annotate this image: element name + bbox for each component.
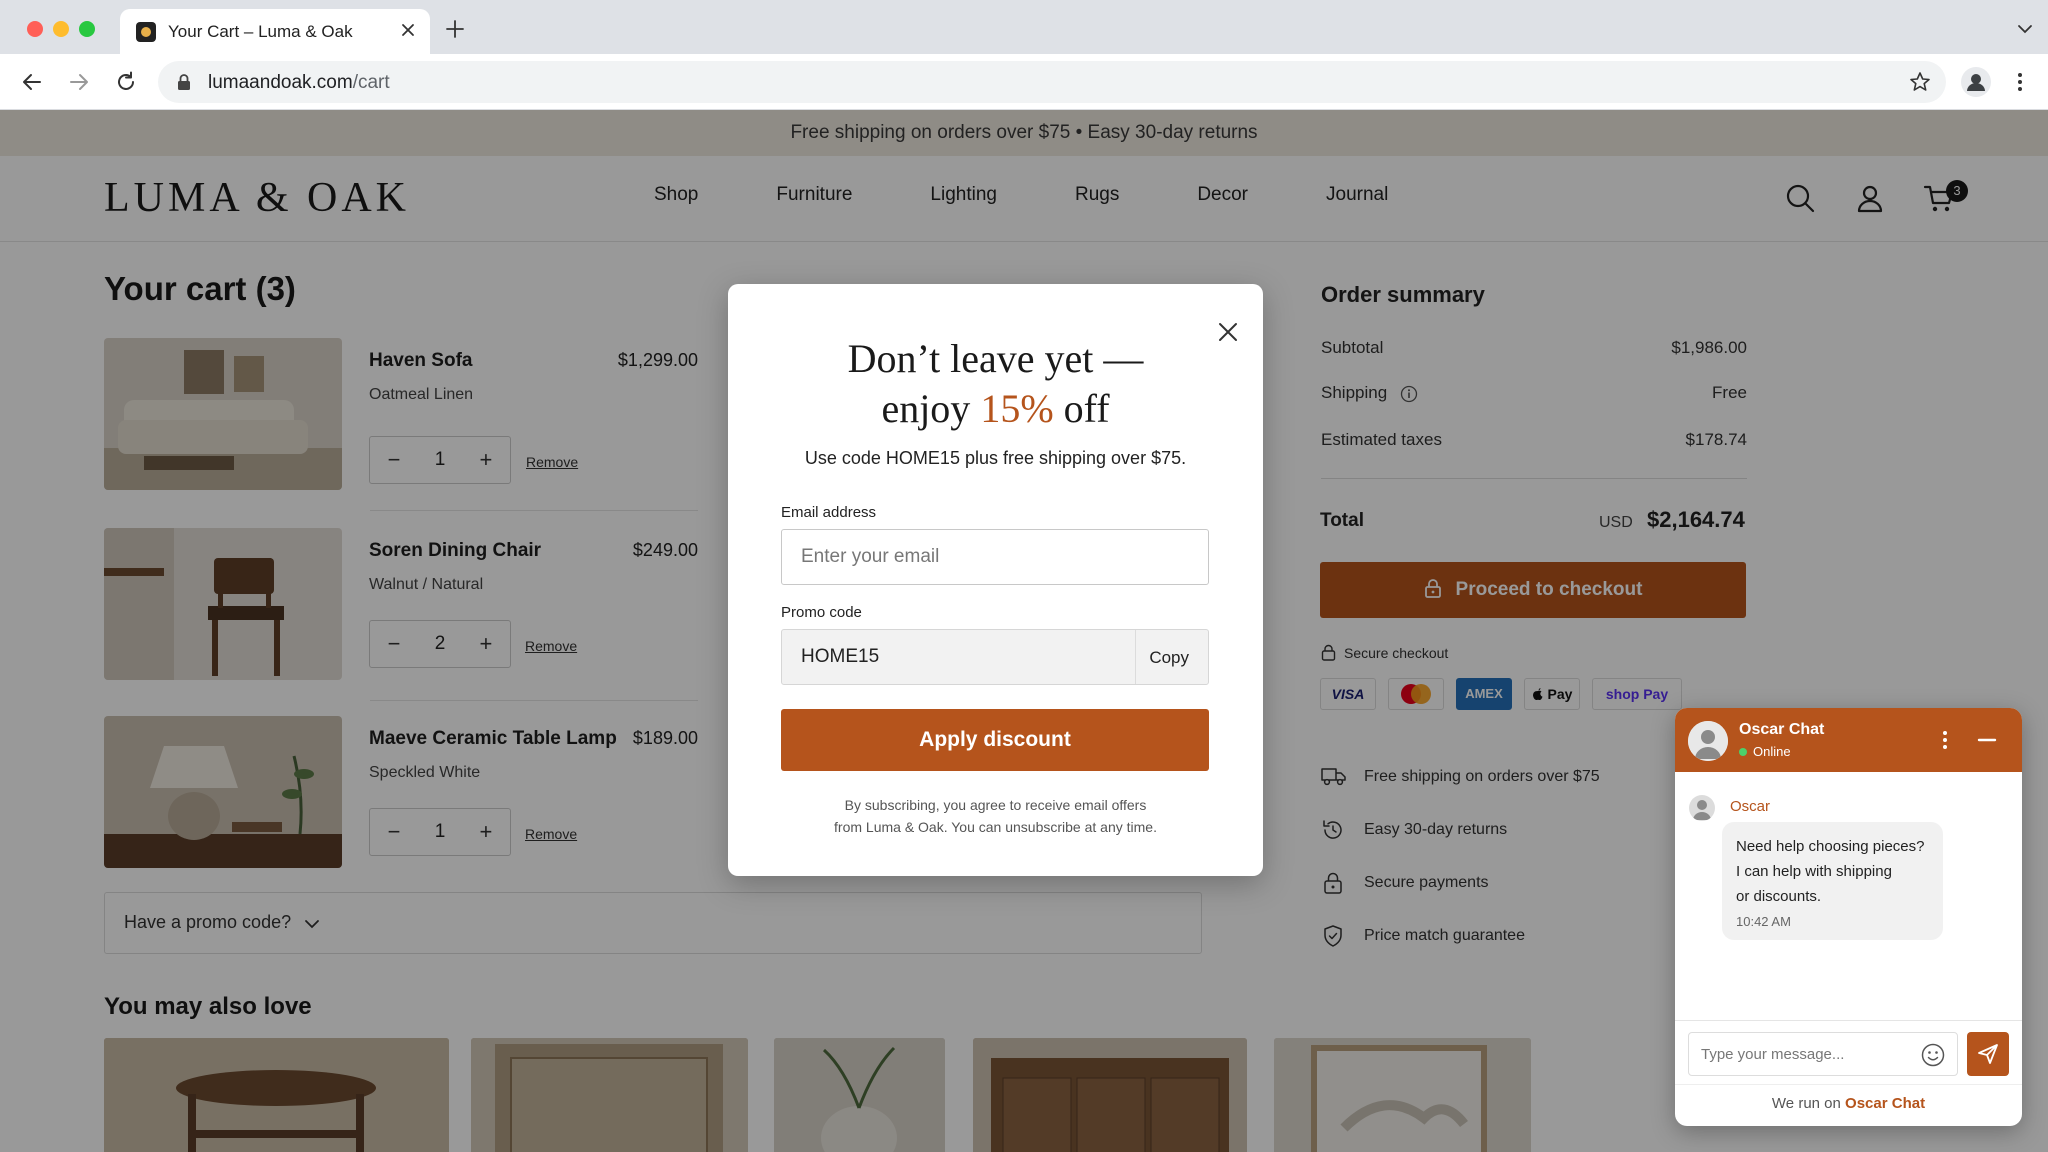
apply-discount-button[interactable]: Apply discount: [781, 709, 1209, 771]
chat-header: Oscar Chat Online: [1675, 708, 2022, 772]
discount-modal: Don’t leave yet — enjoy 15% off Use code…: [728, 284, 1263, 876]
promo-code-label: Promo code: [781, 604, 862, 621]
profile-avatar[interactable]: [1961, 67, 1991, 97]
online-indicator: [1739, 748, 1747, 756]
chat-message-time: 10:42 AM: [1736, 914, 1791, 929]
page: Free shipping on orders over $75 • Easy …: [0, 110, 2048, 1152]
chat-message-input[interactable]: [1688, 1032, 1958, 1076]
agent-avatar: [1689, 795, 1715, 821]
send-message-button[interactable]: [1967, 1032, 2009, 1076]
url-domain: lumaandoak.com: [208, 72, 353, 93]
more-options-icon[interactable]: [1933, 728, 1957, 752]
browser-tab[interactable]: Your Cart – Luma & Oak: [120, 9, 430, 54]
tab-list-chevron-icon[interactable]: [2016, 20, 2034, 38]
promo-code-field: HOME15 Copy: [781, 629, 1209, 685]
modal-title-pre: enjoy: [881, 386, 981, 431]
email-label: Email address: [781, 504, 877, 521]
modal-title-accent: 15%: [980, 386, 1054, 431]
chat-message: Need help choosing pieces? I can help wi…: [1736, 834, 1924, 909]
promo-code-value[interactable]: HOME15: [801, 646, 879, 668]
send-icon: [1978, 1044, 1998, 1064]
chat-name: Oscar Chat: [1739, 721, 1825, 738]
tab-close-icon[interactable]: [398, 20, 418, 40]
fine-print-line1: By subscribing, you agree to receive ema…: [844, 797, 1147, 813]
browser-tab-bar: Your Cart – Luma & Oak: [0, 0, 2048, 54]
reload-icon[interactable]: [114, 70, 138, 94]
copy-divider: [1135, 630, 1136, 684]
modal-title: Don’t leave yet — enjoy 15% off: [728, 334, 1263, 434]
chat-footer: We run on Oscar Chat: [1675, 1095, 2022, 1112]
chat-message-line: Need help choosing pieces?: [1736, 838, 1925, 855]
url-path: /cart: [352, 72, 390, 93]
profile-icon: [1967, 74, 1985, 91]
bookmark-star-icon[interactable]: [1908, 70, 1932, 94]
chat-message-line: I can help with shipping: [1736, 863, 1892, 880]
chat-status-label: Online: [1753, 744, 1791, 759]
chat-footer-divider: [1675, 1084, 2022, 1085]
chat-avatar: [1688, 721, 1728, 761]
new-tab-icon[interactable]: [444, 18, 466, 40]
agent-name: Oscar: [1730, 798, 1771, 815]
chat-footer-brand-link[interactable]: Oscar Chat: [1845, 1095, 1925, 1112]
tab-title: Your Cart – Luma & Oak: [168, 22, 353, 41]
chat-divider: [1675, 1020, 2022, 1021]
modal-title-line2: enjoy 15% off: [728, 384, 1263, 434]
modal-fine-print: By subscribing, you agree to receive ema…: [728, 794, 1263, 838]
chat-message-bubble: Need help choosing pieces? I can help wi…: [1722, 822, 1943, 940]
fine-print-line2: from Luma & Oak. You can unsubscribe at …: [834, 819, 1157, 835]
emoji-icon[interactable]: [1920, 1042, 1946, 1068]
browser-menu-icon[interactable]: [2008, 70, 2032, 94]
chat-message-line: or discounts.: [1736, 888, 1822, 905]
minimize-icon[interactable]: [1975, 728, 1999, 752]
forward-icon[interactable]: [67, 70, 91, 94]
modal-subtitle: Use code HOME15 plus free shipping over …: [804, 448, 1187, 468]
chat-footer-text: We run on: [1771, 1095, 1846, 1112]
window-minimize-button[interactable]: [53, 21, 69, 37]
modal-title-line1: Don’t leave yet —: [847, 336, 1144, 381]
browser-toolbar: lumaandoak.com/cart: [0, 54, 2048, 110]
window-close-button[interactable]: [27, 21, 43, 37]
copy-code-button[interactable]: Copy: [1149, 648, 1189, 668]
chat-widget: Oscar Chat Online Oscar Need help choosi…: [1675, 708, 2022, 1126]
back-icon[interactable]: [20, 70, 44, 94]
chat-status: Online: [1739, 744, 1791, 759]
url-text: lumaandoak.com/cart: [208, 72, 390, 94]
modal-title-post: off: [1053, 386, 1110, 431]
address-bar[interactable]: lumaandoak.com/cart: [158, 61, 1946, 103]
site-favicon-icon: [136, 22, 156, 42]
lock-icon: [178, 74, 190, 90]
email-field[interactable]: [781, 529, 1209, 585]
window-zoom-button[interactable]: [79, 21, 95, 37]
